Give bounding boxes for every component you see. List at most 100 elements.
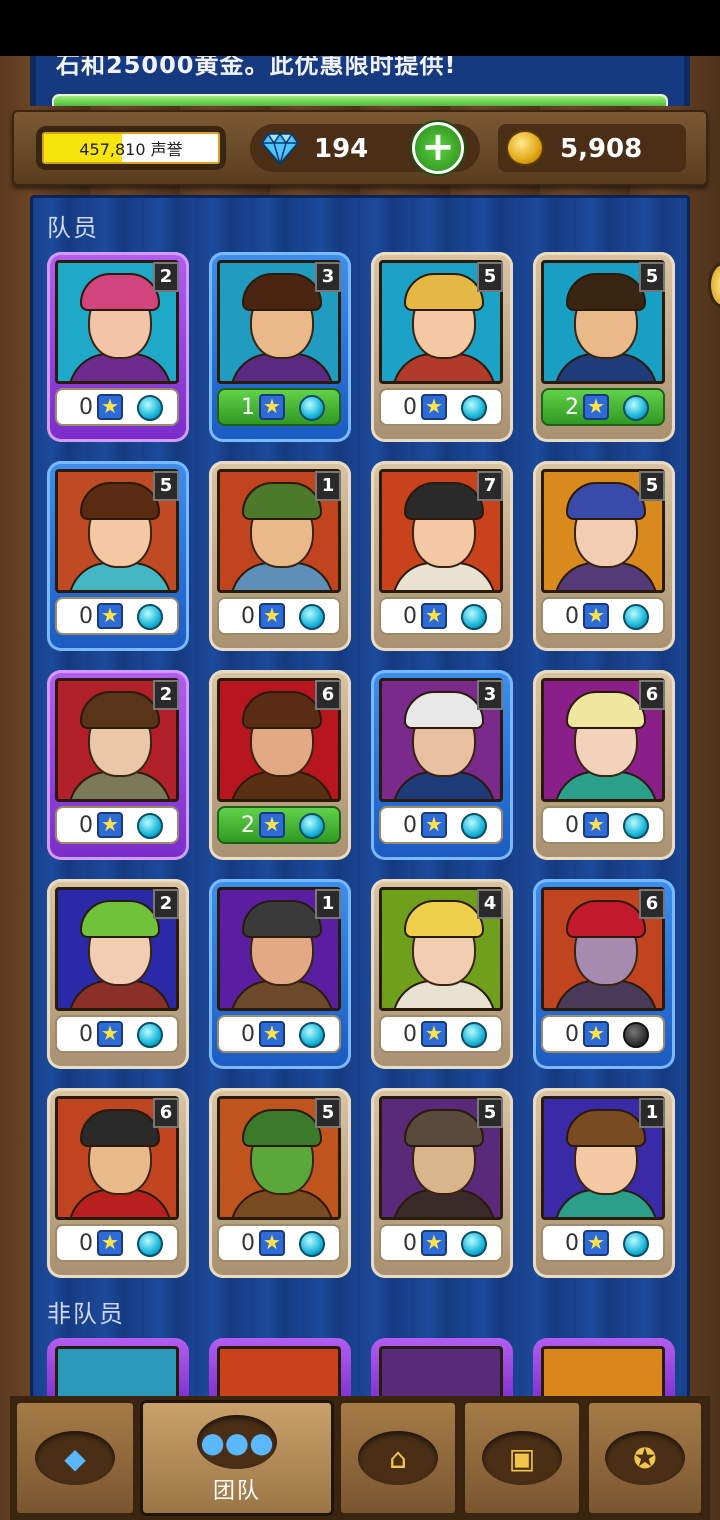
star-count: 0 xyxy=(403,394,417,420)
star-icon: ★ xyxy=(97,394,123,420)
member-card-old-wizard[interactable]: 3 0 ★ xyxy=(371,670,513,860)
member-card-old-hunter-with-hat[interactable]: 1 0 ★ xyxy=(209,461,351,651)
bottom-nav: ◆ ●●● 团队 ⌂ ▣ ✪ xyxy=(10,1396,710,1520)
orb-icon xyxy=(137,604,163,630)
portrait-hair xyxy=(566,273,646,311)
diamond-icon: ◆ xyxy=(35,1431,115,1485)
star-count: 0 xyxy=(565,603,579,629)
star-bar: 0 ★ xyxy=(217,1224,341,1262)
star-icon: ★ xyxy=(583,812,609,838)
star-icon: ★ xyxy=(97,603,123,629)
nav-team-label: 团队 xyxy=(212,1479,261,1504)
member-card-orc[interactable]: 5 0 ★ xyxy=(209,1088,351,1278)
diamond-icon xyxy=(260,132,300,166)
gem-count: 194 xyxy=(314,134,369,164)
member-card-cook-woman[interactable]: 5 0 ★ xyxy=(47,461,189,651)
reputation-meter: 457,810 声誉 xyxy=(36,126,226,170)
star-icon: ★ xyxy=(421,603,447,629)
star-bar: 0 ★ xyxy=(541,806,665,844)
star-bar: 0 ★ xyxy=(55,388,179,426)
non-member-card-old-woman-santa-hat[interactable] xyxy=(47,1338,189,1402)
non-member-card-teal-haired-elf[interactable] xyxy=(533,1338,675,1402)
nav-chest-button[interactable]: ▣ xyxy=(462,1400,582,1516)
portrait-hair xyxy=(404,900,484,938)
orb-icon xyxy=(623,604,649,630)
nav-team-button[interactable]: ●●● 团队 xyxy=(140,1400,334,1516)
add-gems-button[interactable]: + xyxy=(412,122,464,174)
star-count: 0 xyxy=(241,603,255,629)
member-card-bearded-mage-man[interactable]: 3 1 ★ xyxy=(209,252,351,442)
portrait-hair xyxy=(242,691,322,729)
portrait-hair xyxy=(242,1109,322,1147)
member-card-fur-hood-woman[interactable]: 6 0 ★ xyxy=(533,670,675,860)
nav-gems-button[interactable]: ◆ xyxy=(14,1400,136,1516)
non-member-card-man-with-cap[interactable] xyxy=(209,1338,351,1402)
star-bar: 1 ★ xyxy=(217,388,341,426)
offer-banner[interactable]: 石和25000黄金。此优惠限时提供! xyxy=(30,56,690,106)
non-member-card-dark-haired-woman[interactable] xyxy=(371,1338,513,1402)
members-section-title: 队员 xyxy=(47,214,99,242)
portrait-hair xyxy=(566,691,646,729)
star-icon: ★ xyxy=(421,1230,447,1256)
member-card-elf-man[interactable]: 5 0 ★ xyxy=(533,461,675,651)
orb-icon xyxy=(623,813,649,839)
member-card-scared-man-with-ghost[interactable]: 2 0 ★ xyxy=(47,670,189,860)
level-badge: 2 xyxy=(153,889,179,919)
member-card-barmaid-with-beer[interactable]: 7 0 ★ xyxy=(371,461,513,651)
star-icon: ★ xyxy=(259,812,285,838)
offer-button-edge[interactable] xyxy=(52,94,668,106)
portrait-hair xyxy=(404,1109,484,1147)
star-icon: ★ xyxy=(259,1230,285,1256)
star-icon: ★ xyxy=(583,394,609,420)
star-icon: ★ xyxy=(583,1230,609,1256)
level-badge: 2 xyxy=(153,262,179,292)
star-bar: 0 ★ xyxy=(217,1015,341,1053)
star-icon: ★ xyxy=(583,603,609,629)
gold-coin-icon xyxy=(506,130,544,166)
chest-icon: ▣ xyxy=(482,1431,562,1485)
member-card-mustached-general[interactable]: 5 2 ★ xyxy=(533,252,675,442)
level-badge: 5 xyxy=(315,1098,341,1128)
member-card-bald-old-man[interactable]: 5 0 ★ xyxy=(371,1088,513,1278)
portrait-hair xyxy=(80,482,160,520)
member-card-elf-woman-with-potion[interactable]: 2 0 ★ xyxy=(47,252,189,442)
member-card-strong-woman[interactable]: 6 2 ★ xyxy=(209,670,351,860)
member-card-blonde-woman-with-potion[interactable]: 5 0 ★ xyxy=(371,252,513,442)
member-card-bearded-man[interactable]: 1 0 ★ xyxy=(209,879,351,1069)
star-count: 0 xyxy=(565,812,579,838)
level-badge: 6 xyxy=(315,680,341,710)
portrait-hair xyxy=(242,900,322,938)
offer-banner-text: 石和25000黄金。此优惠限时提供! xyxy=(56,56,457,79)
level-badge: 5 xyxy=(639,262,665,292)
level-badge: 5 xyxy=(153,471,179,501)
orb-icon xyxy=(623,1231,649,1257)
level-badge: 6 xyxy=(639,680,665,710)
nav-buildings-button[interactable]: ⌂ xyxy=(338,1400,458,1516)
star-icon: ★ xyxy=(421,1021,447,1047)
member-card-green-haired-elf[interactable]: 2 0 ★ xyxy=(47,879,189,1069)
level-badge: 1 xyxy=(315,889,341,919)
member-card-dapper-man[interactable]: 6 0 ★ xyxy=(47,1088,189,1278)
star-bar: 0 ★ xyxy=(379,597,503,635)
star-count: 0 xyxy=(79,603,93,629)
star-bar: 0 ★ xyxy=(55,806,179,844)
level-badge: 3 xyxy=(477,680,503,710)
orb-icon xyxy=(299,813,325,839)
gem-counter: 194 + xyxy=(250,122,480,174)
star-icon: ★ xyxy=(421,812,447,838)
nav-achievements-button[interactable]: ✪ xyxy=(586,1400,704,1516)
orb-icon xyxy=(461,1022,487,1048)
orb-icon xyxy=(299,395,325,421)
portrait-hair xyxy=(566,482,646,520)
member-card-demon-woman[interactable]: 6 0 ★ xyxy=(533,879,675,1069)
star-icon: ★ xyxy=(583,1021,609,1047)
star-bar: 0 ★ xyxy=(55,1015,179,1053)
portrait-hair xyxy=(80,691,160,729)
member-card-woman-with-hammer[interactable]: 1 0 ★ xyxy=(533,1088,675,1278)
star-count: 0 xyxy=(403,1021,417,1047)
member-card-blonde-man-with-goblet[interactable]: 4 0 ★ xyxy=(371,879,513,1069)
house-icon: ⌂ xyxy=(358,1431,438,1485)
orb-icon xyxy=(461,1231,487,1257)
star-icon: ★ xyxy=(259,394,285,420)
non-members-section-title: 非队员 xyxy=(47,1300,125,1328)
